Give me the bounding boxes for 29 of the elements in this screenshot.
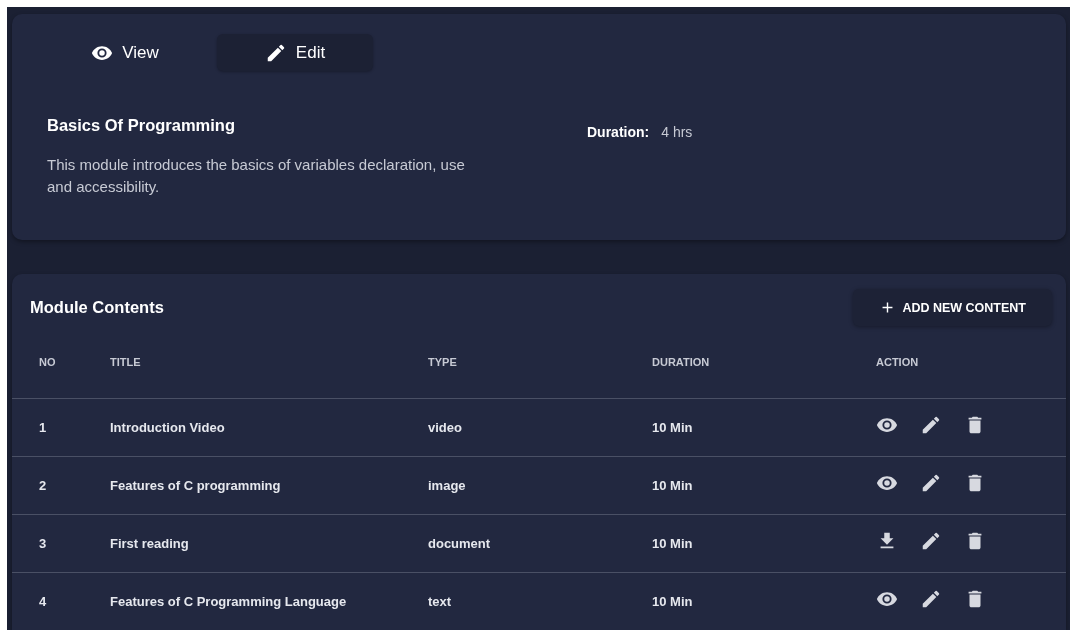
column-header: TITLE (110, 356, 142, 368)
tab[interactable]: Edit (217, 34, 373, 71)
tab[interactable]: View (47, 34, 203, 71)
table-cell-text: 2 (39, 478, 48, 493)
table-cell-text: Features of C Programming Language (110, 594, 348, 609)
table-cell-text: 3 (39, 536, 48, 551)
add-content-button[interactable]: ADD NEW CONTENT (853, 289, 1052, 326)
table-cell-text: image (428, 478, 467, 493)
duration-value: 4 hrs (661, 124, 693, 142)
table-cell-text: Features of C programming (110, 478, 282, 493)
table-cell-text: 10 Min (652, 594, 694, 609)
table-cell-text: document (428, 536, 492, 551)
table-cell-text: 1 (39, 420, 48, 435)
duration-label: Duration: (587, 124, 650, 142)
table-cell-text: 10 Min (652, 536, 694, 551)
column-header: DURATION (652, 356, 711, 368)
table-cell-text: 4 (39, 594, 48, 609)
module-title: Basics Of Programming (47, 116, 236, 135)
table-cell-text: Introduction Video (110, 420, 226, 435)
module-description: This module introduces the basics of variables declaration, use and accessibility. (47, 155, 466, 197)
section-title: Module Contents (30, 298, 164, 317)
column-header: NO (39, 356, 57, 368)
table-cell-text: 10 Min (652, 420, 694, 435)
table-cell-text: First reading (110, 536, 190, 551)
table-cell-text: video (428, 420, 463, 435)
column-header: TYPE (428, 356, 458, 368)
column-header: ACTION (876, 356, 920, 368)
table-cell-text: text (428, 594, 453, 609)
table-cell-text: 10 Min (652, 478, 694, 493)
